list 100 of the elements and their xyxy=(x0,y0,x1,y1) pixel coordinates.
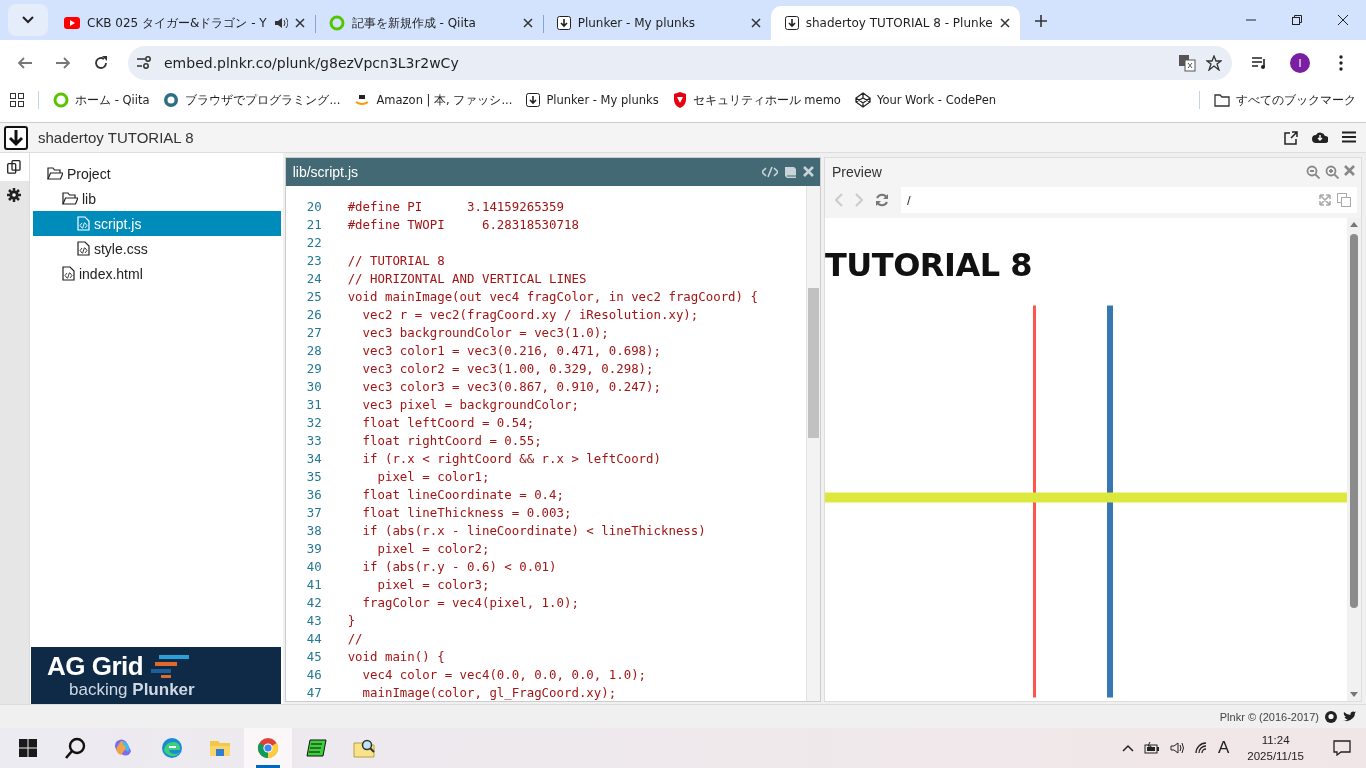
apps-grid-icon[interactable] xyxy=(10,93,24,107)
code-line: fragColor = vec4(pixel, 1.0); xyxy=(361,594,579,610)
speaker-icon[interactable] xyxy=(1169,742,1184,754)
line-number: 43 xyxy=(305,612,322,628)
file-item[interactable]: style.css xyxy=(32,236,281,261)
folder-item[interactable]: lib xyxy=(32,186,281,211)
line-number: 26 xyxy=(305,306,322,322)
line-number: 36 xyxy=(305,486,322,502)
scroll-up-icon[interactable] xyxy=(1350,222,1358,227)
wave-icon xyxy=(161,737,183,759)
scrollbar-thumb[interactable] xyxy=(808,288,819,438)
file-item[interactable]: script.js xyxy=(32,211,281,236)
project-title: shadertoy TUTORIAL 8 xyxy=(38,129,194,146)
scrollbar-thumb[interactable] xyxy=(1350,234,1358,608)
reload-icon[interactable] xyxy=(93,55,109,71)
code-line: // TUTORIAL 8 xyxy=(347,252,445,268)
code-line: vec3 pixel = backgroundColor; xyxy=(361,396,579,412)
browser-tab[interactable]: Plunker - My plunks xyxy=(542,6,771,40)
star-icon[interactable] xyxy=(1206,55,1222,71)
line-number: 38 xyxy=(305,522,322,538)
zoom-out-icon[interactable] xyxy=(1306,165,1320,179)
code-line: void main() { xyxy=(347,648,445,664)
browser-tab[interactable]: 記事を新規作成 - Qiita xyxy=(314,6,543,40)
menu-icon[interactable] xyxy=(1342,130,1356,143)
line-number: 30 xyxy=(305,378,322,394)
close-icon[interactable] xyxy=(999,18,1010,28)
code-line: float lineThickness = 0.003; xyxy=(361,504,572,520)
input-mode-indicator[interactable]: A xyxy=(1217,738,1230,758)
restore-icon[interactable] xyxy=(1292,15,1302,25)
bookmark-link[interactable]: ホーム - Qiita xyxy=(53,92,150,108)
search-icon[interactable] xyxy=(65,737,87,759)
external-link-icon[interactable] xyxy=(1284,130,1298,145)
folder-icon xyxy=(1214,93,1230,107)
code-line: if (abs(r.y - 0.6) < 0.01) xyxy=(361,558,557,574)
line-number: 25 xyxy=(305,288,322,304)
bookmark-link[interactable]: セキュリティホール memo xyxy=(672,92,841,108)
line-number: 40 xyxy=(305,558,322,574)
wifi-icon[interactable] xyxy=(1193,742,1208,754)
github-icon[interactable] xyxy=(1325,710,1337,723)
plus-icon xyxy=(1034,15,1047,27)
line-number: 24 xyxy=(305,270,322,286)
open-folder-icon xyxy=(46,167,63,180)
preview-title: Preview xyxy=(832,164,882,180)
zoom-in-icon[interactable] xyxy=(1325,165,1339,179)
cloud-download-icon[interactable] xyxy=(1312,130,1328,143)
refresh-icon[interactable] xyxy=(875,193,889,207)
profile-avatar[interactable]: I xyxy=(1290,53,1310,73)
taskbar-app[interactable] xyxy=(244,728,292,768)
line-number: 22 xyxy=(305,234,322,250)
all-bookmarks-button[interactable]: すべてのブックマーク xyxy=(1214,92,1356,108)
chevron-down-icon xyxy=(22,16,34,24)
windows-logo-icon[interactable] xyxy=(19,739,37,757)
translate-icon[interactable] xyxy=(1178,54,1196,72)
download-logo-icon[interactable] xyxy=(4,125,28,150)
bookmark-link[interactable]: Amazon | 本, ファッシ... xyxy=(354,92,513,108)
line-number: 29 xyxy=(305,360,322,376)
close-icon[interactable] xyxy=(294,18,305,28)
address-bar[interactable]: embed.plnkr.co/plunk/g8ezVpcn3L3r2wCy xyxy=(128,46,1232,80)
code-icon[interactable] xyxy=(762,166,778,178)
bookmark-link[interactable]: Plunker - My plunks xyxy=(526,93,659,107)
bookmark-link[interactable]: ブラウザでプログラミング... xyxy=(163,92,341,108)
battery-icon[interactable] xyxy=(1143,742,1160,754)
code-line: float rightCoord = 0.55; xyxy=(361,432,542,448)
back-arrow-icon[interactable] xyxy=(17,55,33,71)
bookmark-link[interactable]: Your Work - CodePen xyxy=(854,92,996,108)
forward-arrow-icon[interactable] xyxy=(55,55,71,71)
code-line: // xyxy=(347,630,363,646)
media-queue-icon[interactable] xyxy=(1251,56,1267,70)
chevron-up-icon[interactable] xyxy=(1121,744,1134,752)
line-number: 47 xyxy=(305,684,322,700)
files-tab[interactable] xyxy=(0,153,29,181)
code-line: float leftCoord = 0.54; xyxy=(361,414,535,430)
chrome-icon xyxy=(257,737,279,759)
site-settings-icon xyxy=(136,56,154,70)
line-number: 21 xyxy=(305,216,322,232)
clock-date[interactable]: 2025/11/15 xyxy=(1247,748,1304,764)
more-icon[interactable] xyxy=(1339,55,1343,71)
notification-icon[interactable] xyxy=(1333,740,1351,756)
browser-tab[interactable]: CKB 025 タイガー&ドラゴン - Y xyxy=(50,6,315,40)
code-line: } xyxy=(347,612,356,628)
close-icon[interactable] xyxy=(1338,15,1348,25)
code-line: vec3 color1 = vec3(0.216, 0.471, 0.698); xyxy=(361,342,661,358)
close-icon[interactable] xyxy=(522,18,533,28)
sponsor-banner[interactable]: AG Grid backing Plunker xyxy=(30,647,281,704)
notepad-icon xyxy=(305,737,327,759)
code-line: void mainImage(out vec4 fragColor, in vec2 fragCoord) { xyxy=(347,288,758,304)
book-icon[interactable] xyxy=(784,166,797,178)
ring-icon xyxy=(53,92,69,108)
tab-search-button[interactable] xyxy=(8,4,48,36)
code-line: if (abs(r.x - lineCoordinate) < lineThickness) xyxy=(361,522,706,538)
clock-time[interactable]: 11:24 xyxy=(1261,732,1290,748)
browser-tab[interactable]: shadertoy TUTORIAL 8 - Plunke xyxy=(770,6,1020,40)
line-number: 42 xyxy=(305,594,322,610)
line-number: 46 xyxy=(305,666,322,682)
line-number: 23 xyxy=(305,252,322,268)
scroll-down-icon[interactable] xyxy=(1350,692,1358,697)
bird-icon[interactable] xyxy=(1343,711,1356,722)
folder-item[interactable]: Project xyxy=(32,161,281,186)
close-icon[interactable] xyxy=(750,18,761,28)
file-item[interactable]: index.html xyxy=(32,261,281,286)
